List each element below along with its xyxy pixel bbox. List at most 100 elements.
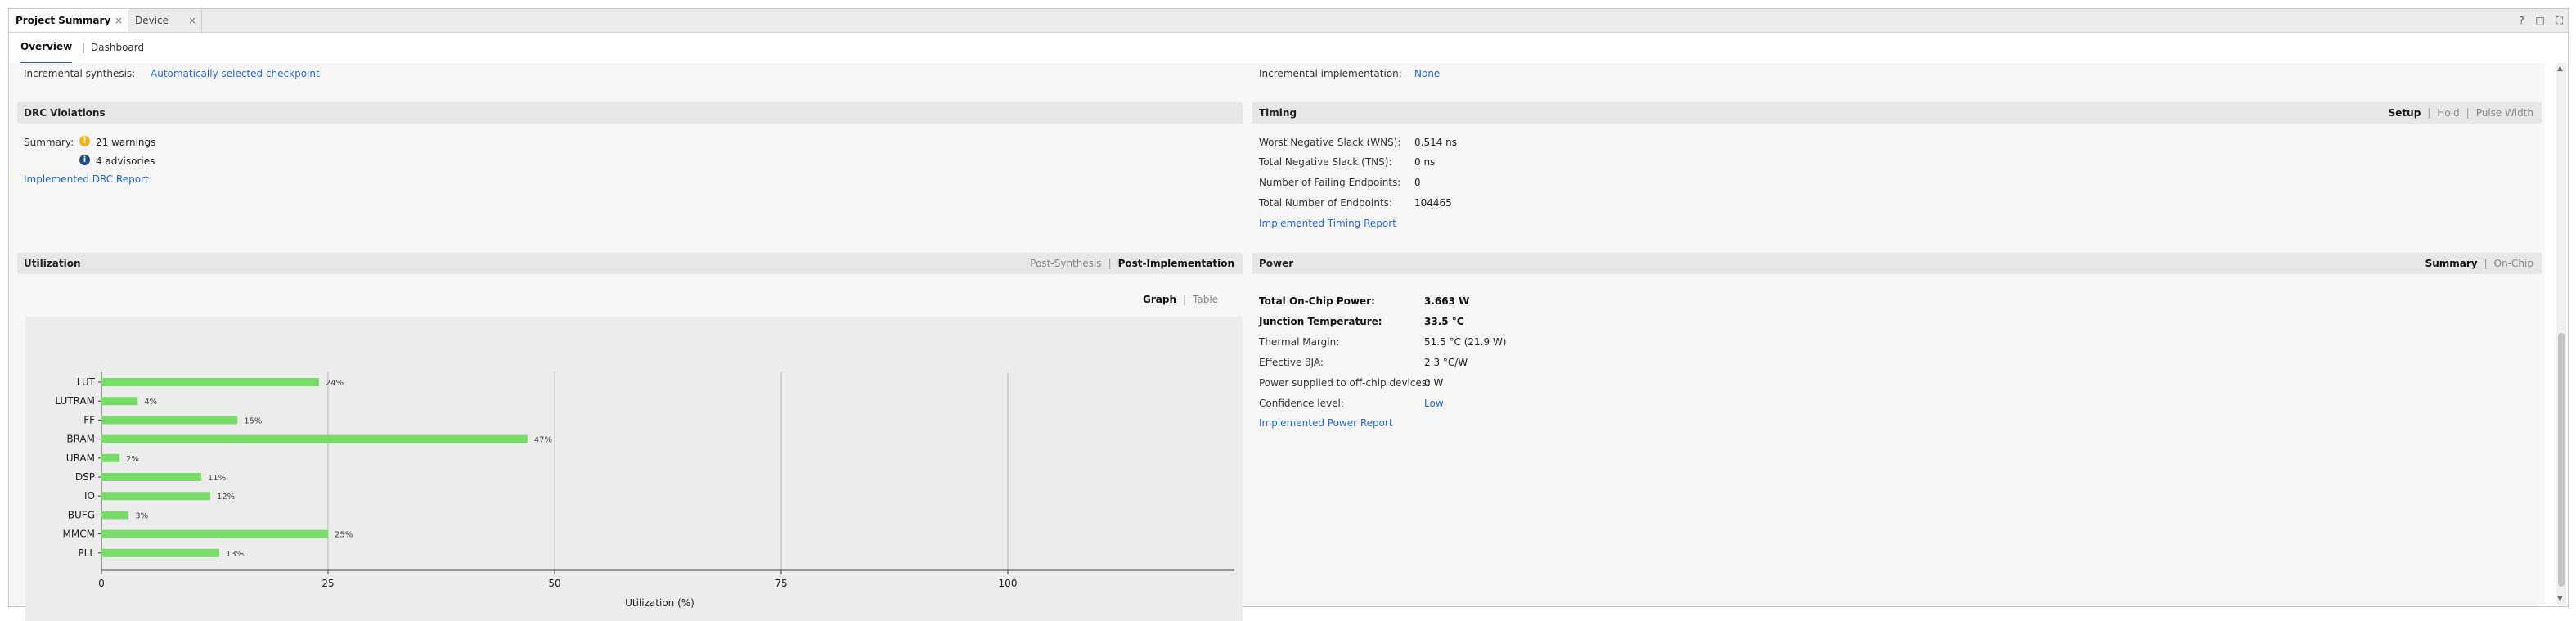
category-label: URAM <box>66 452 95 464</box>
tab-bar: Project Summary × Device × ? □ ⛶ <box>9 9 2568 33</box>
bar <box>101 416 238 425</box>
warning-icon: ! <box>79 136 90 146</box>
x-tick-label: 50 <box>548 578 560 589</box>
value-label: 24% <box>326 379 344 388</box>
maximize-icon[interactable]: ⛶ <box>2556 15 2563 26</box>
total-power-value: 3.663 W <box>1424 295 1470 307</box>
project-summary-window: Project Summary × Device × ? □ ⛶ Overvie… <box>8 8 2569 621</box>
drc-advisories: 4 advisories <box>96 155 155 167</box>
subnav-separator: | <box>82 42 86 53</box>
total-endpoints-label: Total Number of Endpoints: <box>1259 197 1392 209</box>
offchip-power-value: 0 W <box>1424 377 1444 389</box>
category-label: MMCM <box>63 529 95 540</box>
power-options: Summary | On-Chip <box>2425 258 2533 269</box>
bar <box>101 511 129 520</box>
tab-project-summary[interactable]: Project Summary × <box>9 9 128 32</box>
total-endpoints-value: 104465 <box>1414 197 1452 209</box>
category-label: PLL <box>78 547 95 559</box>
drc-title: DRC Violations <box>24 107 106 119</box>
value-label: 3% <box>135 511 148 520</box>
bar <box>101 397 138 406</box>
window-controls: ? □ ⛶ <box>2511 9 2563 32</box>
drc-warnings: 21 warnings <box>96 137 156 148</box>
scrollbar-thumb[interactable] <box>2558 333 2565 587</box>
x-tick-label: 0 <box>98 578 105 589</box>
utilization-title: Utilization <box>24 258 81 269</box>
bar <box>101 453 120 462</box>
x-tick-label: 25 <box>321 578 334 589</box>
power-option-on-chip[interactable]: On-Chip <box>2494 258 2533 269</box>
bar <box>101 378 319 386</box>
bar <box>101 529 328 538</box>
help-icon[interactable]: ? <box>2519 15 2524 26</box>
tab-overview[interactable]: Overview <box>20 33 73 64</box>
power-option-summary[interactable]: Summary <box>2425 258 2478 269</box>
tab-label: Project Summary <box>16 15 111 26</box>
value-label: 2% <box>126 455 139 464</box>
category-label: BRAM <box>66 434 95 445</box>
value-label: 25% <box>335 531 353 540</box>
chart-background <box>25 317 1243 621</box>
timing-option-hold[interactable]: Hold <box>2437 107 2459 119</box>
timing-option-setup[interactable]: Setup <box>2389 107 2421 119</box>
category-label: IO <box>84 490 95 502</box>
tns-value: 0 ns <box>1414 156 1436 168</box>
failing-endpoints-label: Number of Failing Endpoints: <box>1259 177 1401 188</box>
total-power-label: Total On-Chip Power: <box>1259 295 1375 307</box>
power-report-link[interactable]: Implemented Power Report <box>1259 417 1393 429</box>
timing-header: Timing Setup | Hold | Pulse Width <box>1252 102 2542 124</box>
drc-report-link[interactable]: Implemented DRC Report <box>24 173 149 185</box>
confidence-level-link[interactable]: Low <box>1424 398 1444 409</box>
incremental-implementation-label: Incremental implementation: <box>1259 68 1402 79</box>
view-option-graph[interactable]: Graph <box>1143 294 1176 305</box>
category-label: LUT <box>77 376 96 388</box>
category-label: BUFG <box>68 509 95 520</box>
utilization-header: Utilization Post-Synthesis | Post-Implemen… <box>17 253 1243 274</box>
bar <box>101 548 220 557</box>
value-label: 4% <box>144 398 157 407</box>
effective-theta-value: 2.3 °C/W <box>1424 357 1468 368</box>
value-label: 11% <box>208 474 226 483</box>
scroll-up-icon[interactable]: ▲ <box>2557 65 2563 73</box>
power-header: Power Summary | On-Chip <box>1252 253 2542 274</box>
timing-report-link[interactable]: Implemented Timing Report <box>1259 218 1396 229</box>
utilization-chart: LUT 24% LUTRAM 4% FF 15% BRAM 47% URAM 2% DSP 11% IO… <box>25 317 1243 621</box>
vertical-scrollbar[interactable]: ▲ ▼ <box>2556 63 2566 605</box>
restore-icon[interactable]: □ <box>2535 15 2544 26</box>
junction-temp-value: 33.5 °C <box>1424 316 1464 327</box>
drc-summary-label: Summary: <box>24 137 74 148</box>
bar <box>101 473 201 481</box>
close-icon[interactable]: × <box>115 9 123 32</box>
bar <box>101 492 210 501</box>
failing-endpoints-value: 0 <box>1414 177 1421 188</box>
power-title: Power <box>1259 258 1294 269</box>
effective-theta-label: Effective θJA: <box>1259 357 1324 368</box>
utilization-options: Post-Synthesis | Post-Implementation <box>1030 258 1234 269</box>
tab-dashboard[interactable]: Dashboard <box>91 33 144 62</box>
value-label: 15% <box>244 416 262 425</box>
wns-value: 0.514 ns <box>1414 137 1458 148</box>
drc-header: DRC Violations <box>17 102 1243 124</box>
confidence-level-label: Confidence level: <box>1259 398 1344 409</box>
utilization-option-post-implementation[interactable]: Post-Implementation <box>1118 258 1234 269</box>
category-label: FF <box>83 414 95 425</box>
thermal-margin-value: 51.5 °C (21.9 W) <box>1424 336 1507 348</box>
x-tick-label: 75 <box>775 578 787 589</box>
incremental-implementation-link[interactable]: None <box>1414 68 1440 79</box>
scroll-down-icon[interactable]: ▼ <box>2557 595 2563 603</box>
tab-device[interactable]: Device × <box>128 9 202 32</box>
incremental-synthesis-link[interactable]: Automatically selected checkpoint <box>151 68 320 79</box>
timing-option-pulse-width[interactable]: Pulse Width <box>2476 107 2533 119</box>
category-label: LUTRAM <box>55 395 95 407</box>
x-axis-title: Utilization (%) <box>625 597 695 609</box>
utilization-option-post-synthesis[interactable]: Post-Synthesis <box>1030 258 1101 269</box>
timing-options: Setup | Hold | Pulse Width <box>2388 107 2533 119</box>
category-label: DSP <box>75 471 95 483</box>
value-label: 13% <box>226 550 244 559</box>
close-icon[interactable]: × <box>188 9 196 32</box>
value-label: 12% <box>217 493 235 502</box>
tab-label: Device <box>135 15 169 26</box>
view-option-table[interactable]: Table <box>1193 294 1218 305</box>
wns-label: Worst Negative Slack (WNS): <box>1259 137 1401 148</box>
tns-label: Total Negative Slack (TNS): <box>1259 156 1392 168</box>
